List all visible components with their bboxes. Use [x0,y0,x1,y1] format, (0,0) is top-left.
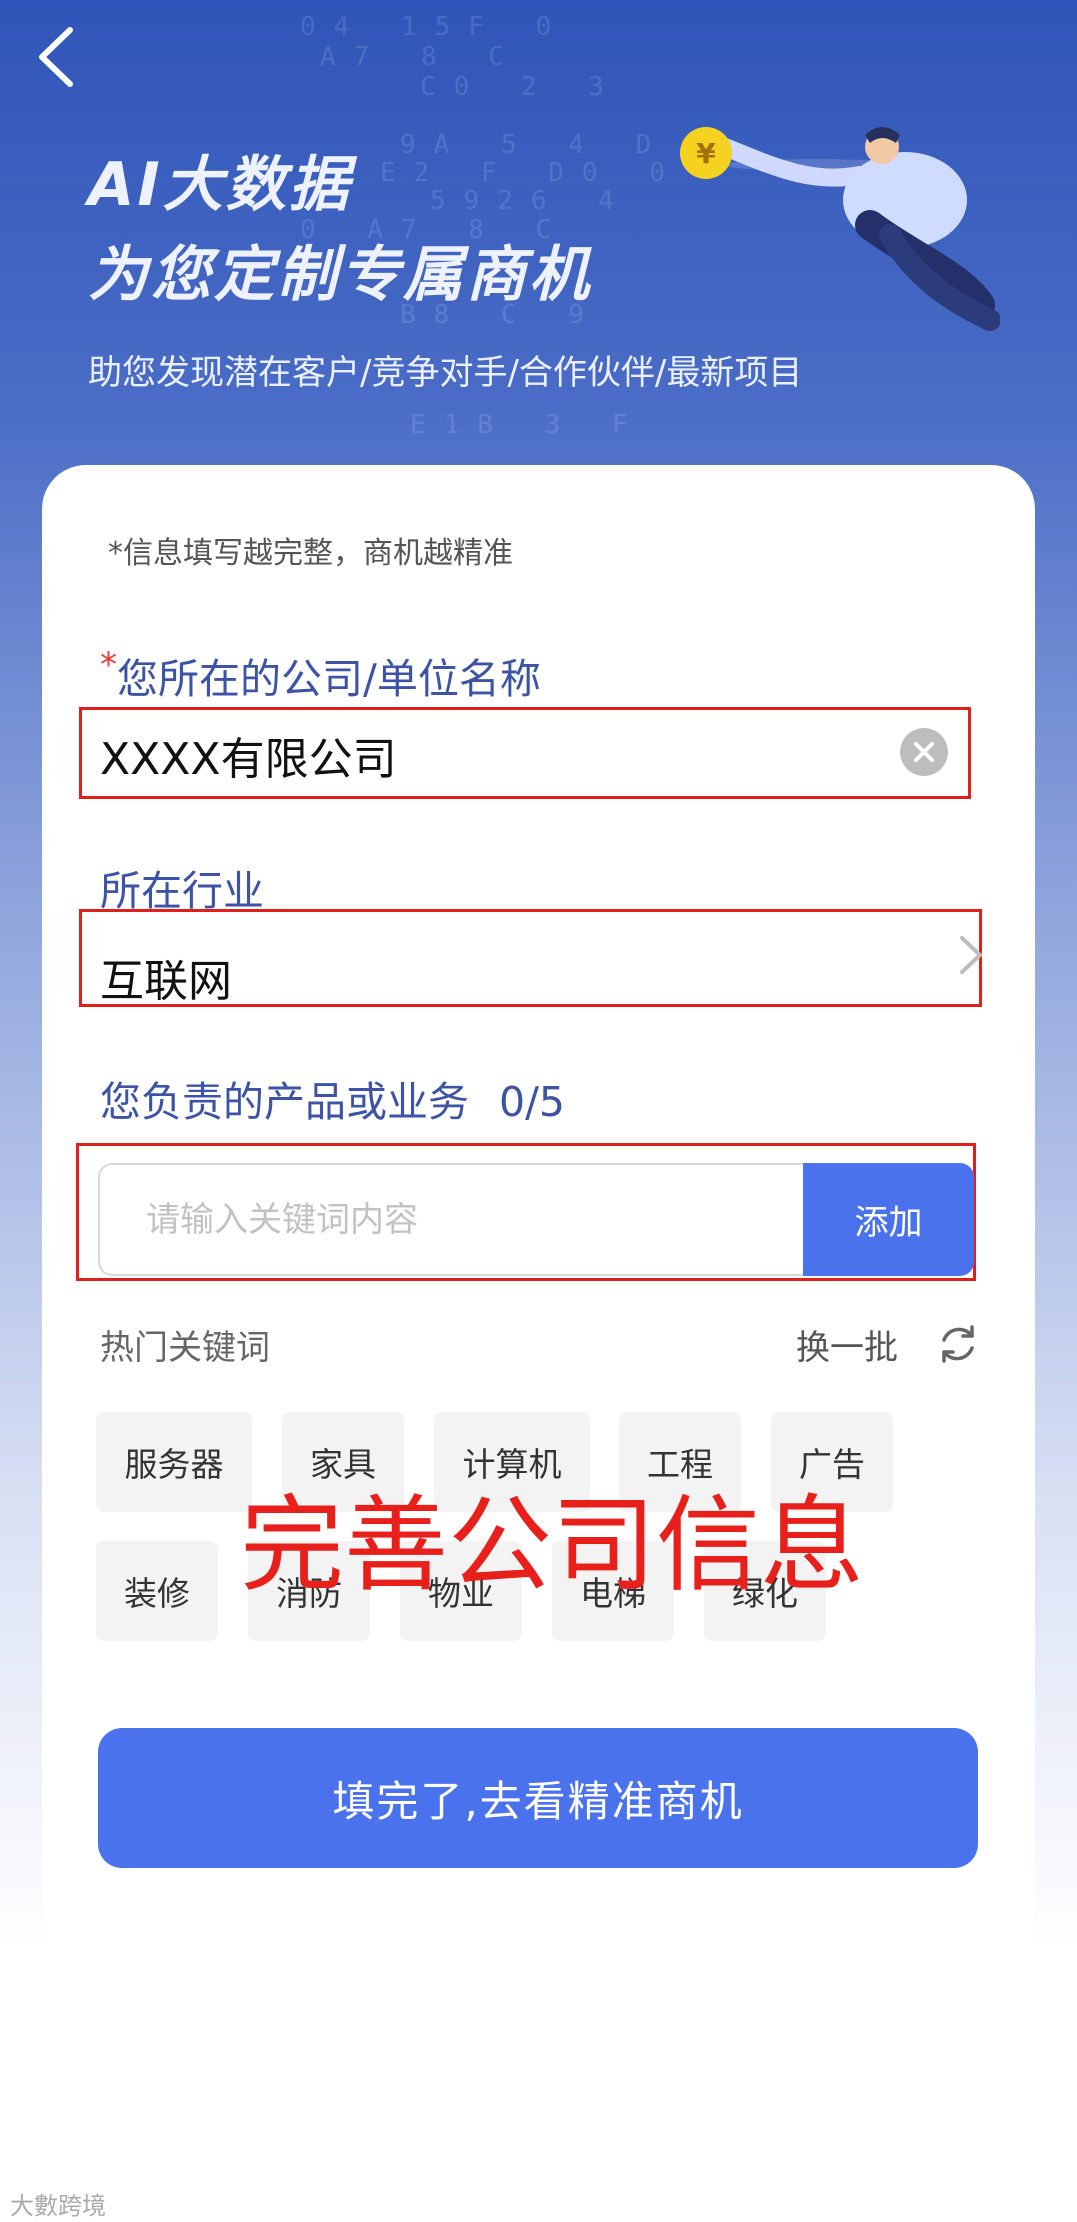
hero-banner: 04 15F 0 A7 8 C C0 2 3 9A 5 4 D E2 F D0 … [0,0,1077,470]
back-arrow-icon[interactable] [30,22,90,92]
company-label-text: 您所在的公司/单位名称 [117,655,541,703]
product-label: 您负责的产品或业务 0/5 [100,1068,565,1128]
headline-line-2: 为您定制专属商机 [88,240,592,310]
bg-digits: A7 8 C [320,42,522,72]
watermark: 大數跨境 [10,2192,106,2220]
keyword-count: 0/5 [499,1078,565,1126]
keyword-input[interactable] [98,1163,805,1276]
add-keyword-button[interactable]: 添加 [803,1163,974,1276]
page-headline: AI大数据 为您定制专属商机 [88,140,592,320]
coin-icon: ¥ [680,127,732,179]
keyword-chip[interactable]: 服务器 [96,1412,252,1512]
annotation-overlay-text: 完善公司信息 [240,1484,865,1606]
product-label-text: 您负责的产品或业务 [100,1078,469,1126]
company-label: *您所在的公司/单位名称 [100,645,541,705]
form-note: *信息填写越完整，商机越精准 [108,536,513,571]
chevron-right-icon[interactable] [956,932,986,978]
industry-label: 所在行业 [100,867,264,915]
company-name-input[interactable]: XXXX有限公司 [100,723,397,787]
headline-line-1: AI大数据 [88,150,352,220]
submit-button[interactable]: 填完了,去看精准商机 [98,1728,978,1868]
refresh-keywords-button[interactable]: 换一批 [796,1320,898,1369]
keyword-chip[interactable]: 装修 [96,1541,218,1641]
page-subtitle: 助您发现潜在客户/竞争对手/合作伙伴/最新项目 [88,353,803,393]
bg-digits: 04 15F 0 [300,12,570,42]
hot-keywords-title: 热门关键词 [100,1328,270,1368]
bg-digits: C0 2 3 [420,72,622,102]
industry-select[interactable]: 互联网 [100,945,232,1009]
close-icon [914,742,934,762]
required-mark: * [100,645,117,685]
refresh-icon[interactable] [936,1322,980,1366]
clear-input-button[interactable] [900,728,948,776]
bg-digits: E1B 3 F [410,410,646,440]
